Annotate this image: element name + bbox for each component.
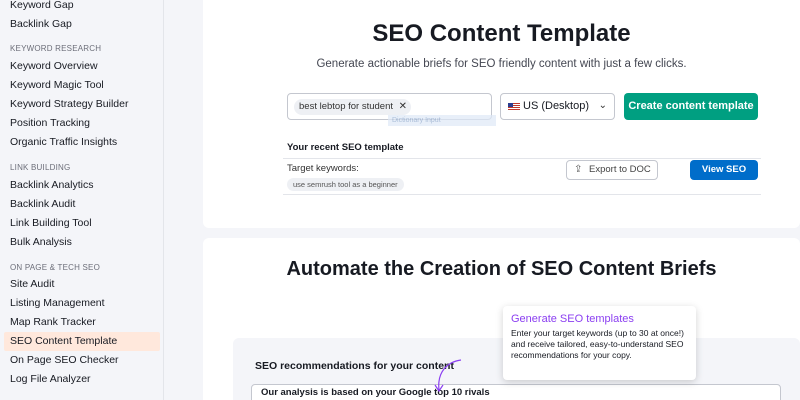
sidebar-item-position-tracking[interactable]: Position Tracking	[4, 114, 160, 133]
sidebar-item-keyword-overview[interactable]: Keyword Overview	[4, 57, 160, 76]
sidebar-item-log-file-analyzer[interactable]: Log File Analyzer	[4, 370, 160, 389]
keyword-chip-label: best lebtop for student	[299, 101, 394, 112]
sidebar-item-keyword-magic-tool[interactable]: Keyword Magic Tool	[4, 76, 160, 95]
recent-templates-heading: Your recent SEO template	[287, 142, 404, 153]
export-doc-button[interactable]: ⇪ Export to DOC	[566, 160, 658, 180]
divider	[283, 158, 761, 159]
target-keyword-chip: use semrush tool as a beginner	[287, 178, 404, 191]
country-select[interactable]: US (Desktop) ⌄	[500, 93, 615, 120]
sidebar-item-backlink-gap[interactable]: Backlink Gap	[4, 15, 160, 34]
tooltip-body: Enter your target keywords (up to 30 at …	[511, 328, 684, 360]
analysis-box: Our analysis is based on your Google top…	[251, 384, 781, 400]
sidebar-item-seo-content-template[interactable]: SEO Content Template	[4, 332, 160, 351]
sidebar-item-organic-traffic-insights[interactable]: Organic Traffic Insights	[4, 133, 160, 152]
tooltip: Generate SEO templates Enter your target…	[503, 306, 696, 380]
export-icon: ⇪	[574, 164, 583, 175]
us-flag-icon	[508, 103, 520, 111]
export-label: Export to DOC	[589, 164, 651, 175]
main-content: SEO Content Template Generate actionable…	[165, 0, 800, 400]
country-label: US (Desktop)	[523, 100, 590, 112]
tooltip-title: Generate SEO templates	[511, 313, 634, 325]
sidebar-item-backlink-analytics[interactable]: Backlink Analytics	[4, 176, 160, 195]
sidebar-item-backlink-audit[interactable]: Backlink Audit	[4, 195, 160, 214]
keyword-chip: best lebtop for student ✕	[294, 99, 412, 115]
page-subtitle: Generate actionable briefs for SEO frien…	[316, 58, 687, 70]
page-title: SEO Content Template	[372, 20, 631, 47]
automate-card: Automate the Creation of SEO Content Bri…	[203, 238, 800, 400]
sidebar-section-on-page: ON PAGE & TECH SEO	[10, 263, 100, 272]
sidebar-item-map-rank-tracker[interactable]: Map Rank Tracker	[4, 313, 160, 332]
chevron-down-icon: ⌄	[598, 100, 607, 111]
divider	[283, 194, 761, 195]
sidebar: Keyword Gap Backlink Gap KEYWORD RESEARC…	[0, 0, 164, 400]
view-template-button[interactable]: View SEO template	[690, 160, 758, 195]
sidebar-section-keyword-research: KEYWORD RESEARCH	[10, 44, 102, 53]
sidebar-item-listing-management[interactable]: Listing Management	[4, 294, 160, 313]
curved-arrow-icon	[434, 359, 462, 393]
sidebar-item-link-building-tool[interactable]: Link Building Tool	[4, 214, 160, 233]
sidebar-item-keyword-strategy-builder[interactable]: Keyword Strategy Builder	[4, 95, 160, 114]
drag-ghost: Dictionary Input	[388, 115, 496, 126]
automate-heading: Automate the Creation of SEO Content Bri…	[286, 258, 717, 280]
target-keywords-label: Target keywords:	[287, 163, 359, 174]
sidebar-item-on-page-seo-checker[interactable]: On Page SEO Checker	[4, 351, 160, 370]
recommendations-heading: SEO recommendations for your content	[255, 360, 454, 372]
create-template-button[interactable]: Create content template	[624, 93, 758, 120]
sidebar-item-site-audit[interactable]: Site Audit	[4, 275, 160, 294]
sidebar-item-keyword-gap[interactable]: Keyword Gap	[4, 0, 160, 15]
sidebar-section-link-building: LINK BUILDING	[10, 163, 71, 172]
template-card: SEO Content Template Generate actionable…	[203, 0, 800, 228]
close-icon[interactable]: ✕	[399, 99, 407, 115]
keyword-input[interactable]: best lebtop for student ✕ Dictionary Inp…	[287, 93, 496, 126]
sidebar-item-bulk-analysis[interactable]: Bulk Analysis	[4, 233, 160, 252]
